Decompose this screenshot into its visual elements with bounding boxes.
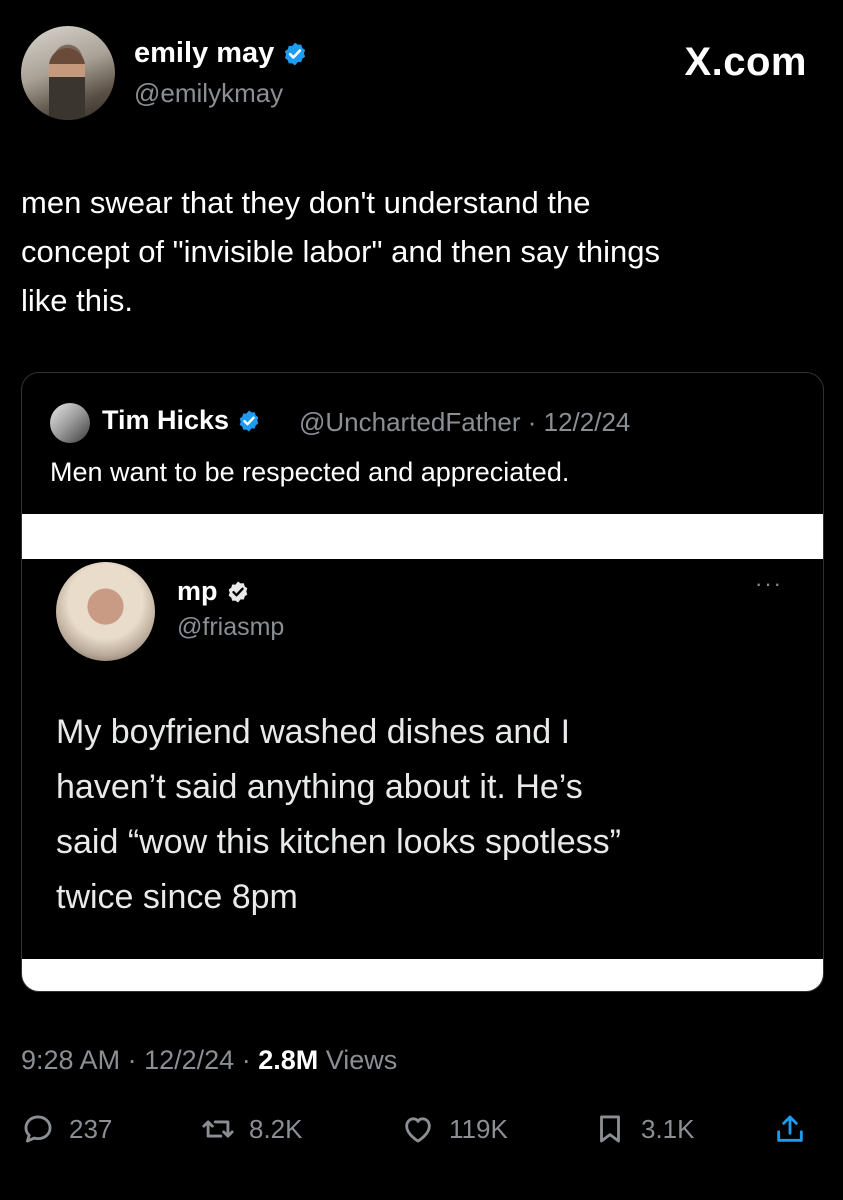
views-label: Views	[325, 1045, 398, 1075]
post-time[interactable]: 9:28 AM	[21, 1045, 120, 1075]
reply-icon	[24, 1115, 52, 1143]
quote-author-handle[interactable]: @UnchartedFather	[299, 407, 521, 437]
quote-avatar[interactable]	[50, 403, 90, 443]
bookmark-button[interactable]: 3.1K	[593, 1112, 695, 1146]
verified-badge-icon	[228, 581, 247, 602]
share-icon	[777, 1115, 803, 1142]
inner-text-line: twice since 8pm	[56, 878, 298, 916]
inner-author-name: mp	[177, 576, 218, 606]
repost-button[interactable]: 8.2K	[201, 1112, 303, 1146]
more-options-icon: ···	[755, 571, 783, 596]
bookmark-count: 3.1K	[641, 1113, 695, 1144]
quote-text: Men want to be respected and appreciated…	[50, 457, 570, 487]
quote-tweet-card[interactable]: Tim Hicks @UnchartedFather · 12/2/24 Men…	[21, 372, 824, 992]
verified-badge-icon	[239, 410, 259, 431]
reply-button[interactable]: 237	[21, 1112, 112, 1146]
bookmark-icon	[600, 1115, 620, 1143]
screenshot-border-top	[22, 514, 823, 559]
separator: ·	[241, 1045, 251, 1075]
inner-tweet-text: My boyfriend washed dishes and I haven’t…	[56, 705, 776, 925]
embedded-tweet-screenshot: mp @friasmp ··· My boyfriend washed dish…	[22, 559, 823, 959]
action-bar: 237 8.2K 119K 3.1K	[21, 1112, 821, 1156]
post-text-line: like this.	[21, 283, 133, 318]
repost-icon	[202, 1120, 234, 1138]
quote-name-row[interactable]: Tim Hicks	[102, 405, 261, 436]
inner-author-handle: @friasmp	[177, 613, 285, 641]
heart-icon	[405, 1117, 431, 1143]
like-button[interactable]: 119K	[401, 1112, 508, 1146]
post-text-line: concept of "invisible labor" and then sa…	[21, 234, 660, 269]
quote-meta: @UnchartedFather · 12/2/24	[299, 407, 630, 438]
separator: ·	[127, 1045, 137, 1075]
author-name[interactable]: emily may	[134, 37, 274, 70]
site-logo-text: X.com	[684, 40, 807, 84]
verified-badge-icon	[285, 42, 306, 65]
post-meta: 9:28 AM · 12/2/24 · 2.8M Views	[21, 1045, 397, 1076]
post-date[interactable]: 12/2/24	[144, 1045, 234, 1075]
quote-author-name[interactable]: Tim Hicks	[102, 405, 229, 436]
inner-avatar	[56, 562, 155, 661]
inner-text-line: My boyfriend washed dishes and I	[56, 713, 571, 751]
like-count: 119K	[449, 1113, 508, 1144]
quote-date[interactable]: 12/2/24	[544, 407, 631, 437]
views-count[interactable]: 2.8M	[258, 1045, 318, 1075]
separator: ·	[527, 407, 537, 437]
share-button[interactable]	[773, 1112, 807, 1146]
inner-name-row: mp	[177, 576, 250, 607]
post-text: men swear that they don't understand the…	[21, 178, 811, 325]
screenshot-border-bottom	[22, 959, 823, 991]
reply-count: 237	[69, 1113, 113, 1144]
post-text-line: men swear that they don't understand the	[21, 185, 591, 220]
inner-text-line: said “wow this kitchen looks spotless”	[56, 823, 622, 861]
author-avatar[interactable]	[21, 26, 115, 120]
inner-text-line: haven’t said anything about it. He’s	[56, 768, 583, 806]
repost-count: 8.2K	[249, 1113, 303, 1144]
author-handle[interactable]: @emilykmay	[134, 78, 283, 109]
author-name-row[interactable]: emily may	[134, 37, 308, 70]
